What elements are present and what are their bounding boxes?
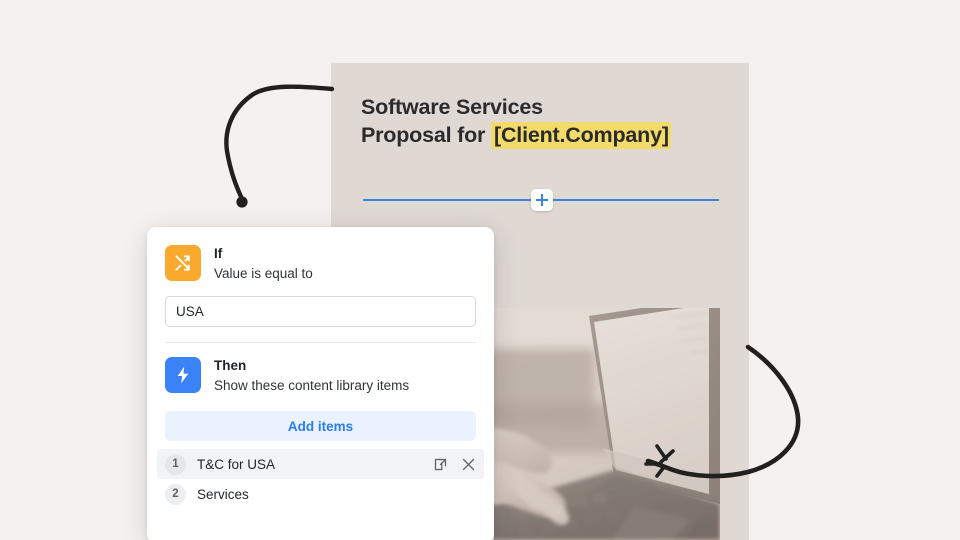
arrow-left-endpoint-dot (236, 196, 248, 208)
document-title: Software Services Proposal for [Client.C… (361, 93, 731, 149)
document-title-line1: Software Services (361, 95, 543, 119)
if-section-text: If Value is equal to (214, 245, 313, 283)
if-description: Value is equal to (214, 266, 313, 281)
shuffle-icon (165, 245, 201, 281)
laptop-typing-photo (494, 308, 720, 540)
then-section-text: Then Show these content library items (214, 357, 409, 395)
value-input-text: USA (176, 304, 204, 319)
item-row-actions (433, 457, 476, 472)
conditional-logic-card: If Value is equal to USA Then Show these… (147, 227, 494, 540)
add-items-label: Add items (287, 418, 354, 434)
if-section: If Value is equal to (147, 227, 494, 283)
list-item[interactable]: 2 Services (157, 479, 484, 509)
then-label: Then (214, 358, 247, 373)
hand-drawn-curved-arrow-left (224, 84, 335, 202)
item-label: T&C for USA (197, 456, 276, 472)
then-description: Show these content library items (214, 378, 410, 393)
item-number-badge: 1 (165, 453, 186, 475)
list-item[interactable]: 1 T&C for USA (157, 449, 484, 479)
if-label: If (214, 246, 223, 261)
lightning-bolt-icon (165, 357, 201, 393)
item-number-badge: 2 (165, 483, 186, 505)
close-icon[interactable] (461, 457, 476, 472)
then-section: Then Show these content library items (147, 343, 494, 395)
content-library-item-list: 1 T&C for USA 2 Services (157, 449, 484, 509)
client-company-token: [Client.Company] (491, 122, 671, 149)
app-canvas: Software Services Proposal for [Client.C… (0, 0, 960, 540)
document-title-line2-prefix: Proposal for (361, 123, 492, 147)
add-block-button[interactable] (531, 189, 553, 211)
value-input[interactable]: USA (165, 296, 476, 327)
add-items-button[interactable]: Add items (165, 411, 476, 441)
insert-block-divider (363, 189, 719, 211)
open-external-icon[interactable] (433, 457, 448, 472)
document-photo-block (494, 308, 720, 540)
item-label: Services (197, 486, 249, 502)
